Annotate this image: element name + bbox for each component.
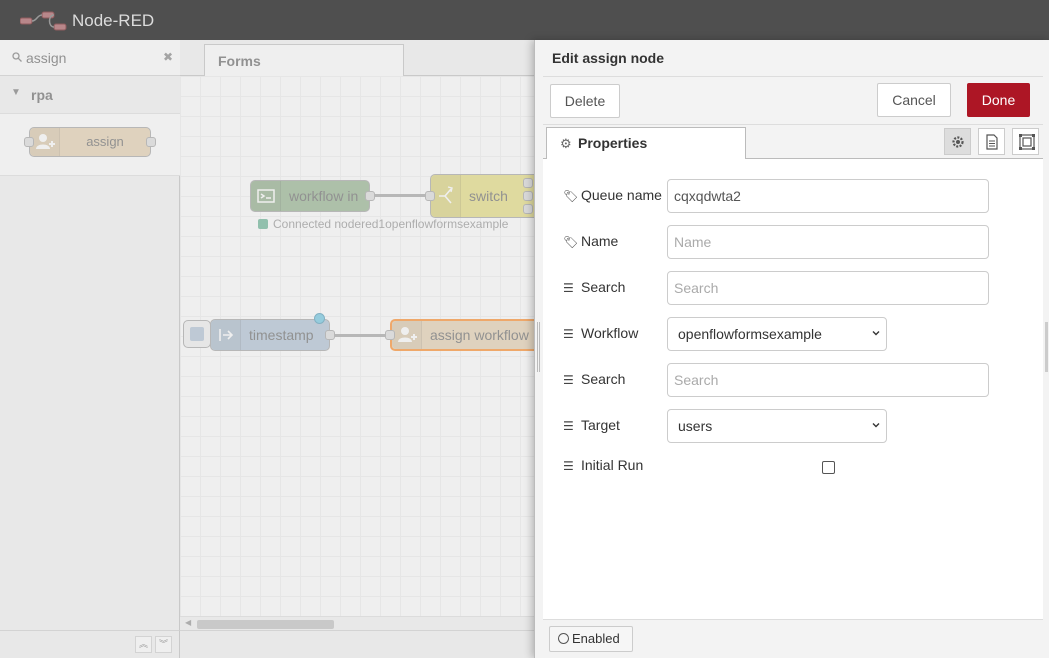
form-row-initial-run: ☰ Initial Run (543, 455, 1043, 489)
workflow-label: Workflow (581, 325, 639, 341)
node-properties-button[interactable] (944, 128, 971, 155)
queue-name-label: Queue name (581, 187, 662, 203)
name-label: Name (581, 233, 619, 249)
node-red-logo-icon (20, 11, 67, 31)
sidebar-resize-handle[interactable] (1045, 322, 1048, 372)
list-icon: ☰ (563, 373, 574, 387)
search-label: Search (581, 279, 626, 295)
form-label: ☰ Search (563, 279, 625, 295)
gear-icon: ⚙ (560, 136, 572, 151)
edit-tray: Edit assign node Delete Cancel Done ⚙ Pr… (534, 40, 1049, 658)
form-row-name: 🏷 Name (543, 225, 1043, 259)
tag-icon: 🏷 (563, 235, 579, 249)
select-value: openflowformsexample (678, 326, 822, 342)
form-row-search: ☰ Search (543, 271, 1043, 305)
done-button[interactable]: Done (967, 83, 1030, 117)
form-label: 🏷 Queue name (563, 187, 662, 203)
select-value: users (678, 418, 713, 434)
target-search-input[interactable] (667, 363, 989, 397)
tab-properties[interactable]: ⚙ Properties (546, 127, 746, 160)
form-label: ☰ Initial Run (563, 457, 643, 473)
list-icon: ☰ (563, 281, 574, 295)
target-select[interactable]: users (667, 409, 887, 443)
workflow-select[interactable]: openflowformsexample (667, 317, 887, 351)
tray-tabs: ⚙ Properties (543, 125, 1043, 160)
search-label: Search (581, 371, 626, 387)
enabled-toggle[interactable]: Enabled (549, 626, 633, 652)
gear-icon (952, 136, 964, 148)
node-description-button[interactable] (978, 128, 1005, 155)
enabled-label: Enabled (572, 631, 620, 646)
form-row-search-2: ☰ Search (543, 363, 1043, 397)
name-input[interactable] (667, 225, 989, 259)
tag-icon: 🏷 (563, 189, 579, 203)
delete-button[interactable]: Delete (550, 84, 620, 118)
circle-icon (558, 633, 569, 644)
list-icon: ☰ (563, 327, 574, 341)
form-label: ☰ Workflow (563, 325, 638, 341)
initial-run-label: Initial Run (581, 457, 644, 473)
chevron-down-icon (872, 331, 880, 336)
list-icon: ☰ (563, 419, 574, 433)
form-label: ☰ Search (563, 371, 625, 387)
tray-body: 🏷Queue name 🏷Name ☰Search ☰Workflow open… (543, 159, 1043, 619)
list-icon: ☰ (563, 459, 574, 473)
tab-label: Properties (578, 135, 648, 151)
chevron-down-icon (872, 423, 880, 428)
cancel-button[interactable]: Cancel (877, 83, 951, 117)
initial-run-checkbox[interactable] (822, 461, 835, 474)
file-text-icon (986, 134, 998, 150)
node-appearance-button[interactable] (1012, 128, 1039, 155)
tray-resize-handle[interactable] (537, 322, 540, 372)
form-row-target: ☰ Target users (543, 409, 1043, 443)
form-label: 🏷 Name (563, 233, 618, 249)
modal-shade (0, 40, 534, 658)
tray-toolbar: Delete Cancel Done (543, 77, 1043, 125)
target-label: Target (581, 417, 620, 433)
tray-title: Edit assign node (552, 50, 665, 66)
workflow-search-input[interactable] (667, 271, 989, 305)
form-row-workflow: ☰ Workflow openflowformsexample (543, 317, 1043, 351)
form-row-queue-name: 🏷 Queue name (543, 179, 1043, 213)
app-title: Node-RED (72, 11, 155, 30)
queue-name-input[interactable] (667, 179, 989, 213)
object-group-icon (1019, 134, 1035, 150)
form-label: ☰ Target (563, 417, 620, 433)
tray-header: Edit assign node (543, 40, 1043, 77)
tray-footer: Enabled (543, 619, 1043, 658)
app-header: Node-RED (0, 0, 1049, 40)
